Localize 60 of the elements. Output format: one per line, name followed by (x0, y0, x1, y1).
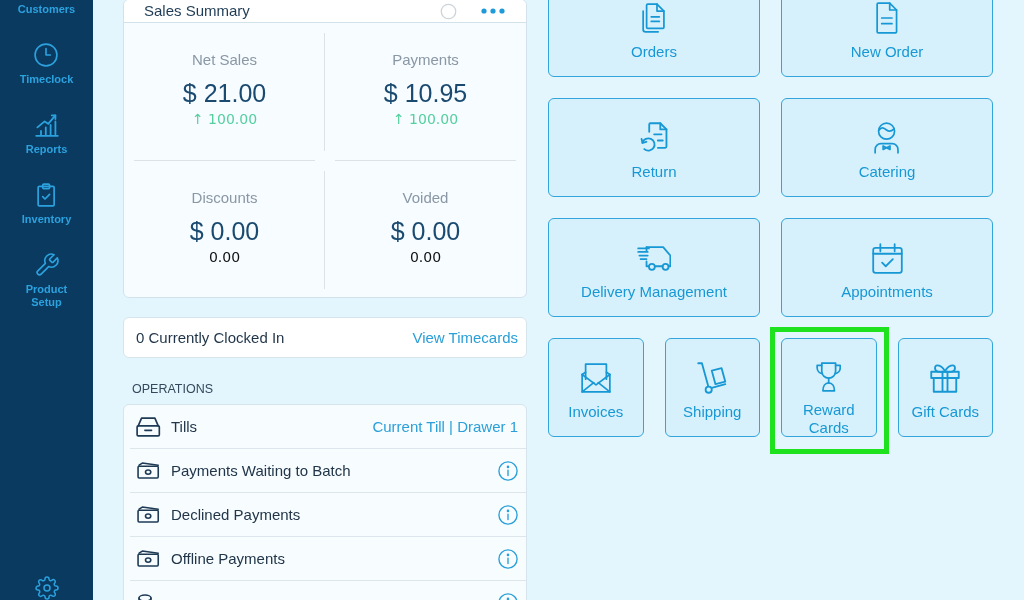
metric-value: $ 0.00 (390, 216, 461, 246)
operation-label[interactable]: Offline Payments (171, 549, 498, 568)
action-tile[interactable]: Reward Cards (781, 338, 877, 437)
document-arrow-icon (640, 122, 668, 154)
card-title: Sales Summary (144, 2, 251, 20)
trophy-icon (816, 362, 842, 392)
metric-value: $ 0.00 (189, 216, 260, 246)
action-tile[interactable]: New Order (781, 0, 993, 77)
action-tile[interactable]: Delivery Management (548, 218, 760, 317)
metric-amount: 0.00 (409, 248, 442, 266)
envelope-letter-icon (580, 363, 611, 393)
action-tile[interactable]: Orders (548, 0, 760, 77)
bar-chart-icon (34, 113, 59, 137)
more-icon[interactable] (481, 8, 505, 14)
clipboard-check-icon (37, 183, 56, 207)
action-tile[interactable]: Catering (781, 98, 993, 197)
drawer-icon (136, 416, 161, 437)
cash-icon (137, 550, 160, 567)
info-icon[interactable] (498, 504, 518, 525)
view-timecards-link[interactable]: View Timecards (412, 328, 518, 347)
section-heading: OPERATIONS (131, 382, 215, 396)
metric-value: $ 21.00 (182, 78, 267, 108)
clocked-in-text: 0 Currently Clocked In (136, 328, 285, 347)
sidebar-item[interactable]: Customers (14, 3, 79, 16)
calendar-check-icon (871, 242, 903, 274)
sidebar-item[interactable]: Inventory (18, 183, 75, 226)
metric-label: Net Sales (191, 51, 257, 69)
info-icon[interactable] (498, 548, 518, 569)
metric-change: ↑ 100.00 (191, 110, 258, 128)
metric-label: Payments (392, 51, 459, 69)
action-tile[interactable]: Gift Cards (897, 338, 993, 437)
till-detail-link[interactable]: Current Till | Drawer 1 (372, 417, 518, 436)
cash-icon (137, 462, 160, 479)
person-bowtie-icon (874, 122, 900, 154)
operation-label[interactable]: Tills (171, 417, 373, 436)
action-tile[interactable]: Invoices (548, 338, 644, 437)
documents-icon (642, 3, 666, 33)
clock-icon (34, 43, 59, 67)
action-tile[interactable]: Shipping (664, 338, 760, 437)
metric-change: ↑ 100.00 (392, 110, 459, 128)
cash-icon (137, 506, 160, 523)
operation-label[interactable]: Payments Waiting to Batch (171, 461, 498, 480)
settings-icon[interactable] (34, 576, 59, 600)
metric-amount: 0.00 (208, 248, 241, 266)
gift-icon (930, 363, 961, 393)
wrench-icon (34, 253, 59, 277)
van-icon (636, 245, 672, 271)
action-tile[interactable]: Return (548, 98, 760, 197)
sidebar-item[interactable]: Product Setup (12, 253, 81, 309)
info-icon[interactable] (498, 460, 518, 481)
document-icon (876, 2, 898, 34)
operation-label[interactable]: Declined Payments (171, 505, 498, 524)
sidebar-item[interactable]: Timeclock (16, 43, 77, 86)
metric-label: Voided (402, 189, 449, 207)
ring-icon (440, 2, 457, 20)
sidebar-item[interactable]: Reports (22, 113, 71, 156)
action-tile[interactable]: Appointments (781, 218, 993, 317)
hand-truck-icon (697, 362, 728, 394)
metric-label: Discounts (191, 189, 258, 207)
metric-value: $ 10.95 (383, 78, 468, 108)
